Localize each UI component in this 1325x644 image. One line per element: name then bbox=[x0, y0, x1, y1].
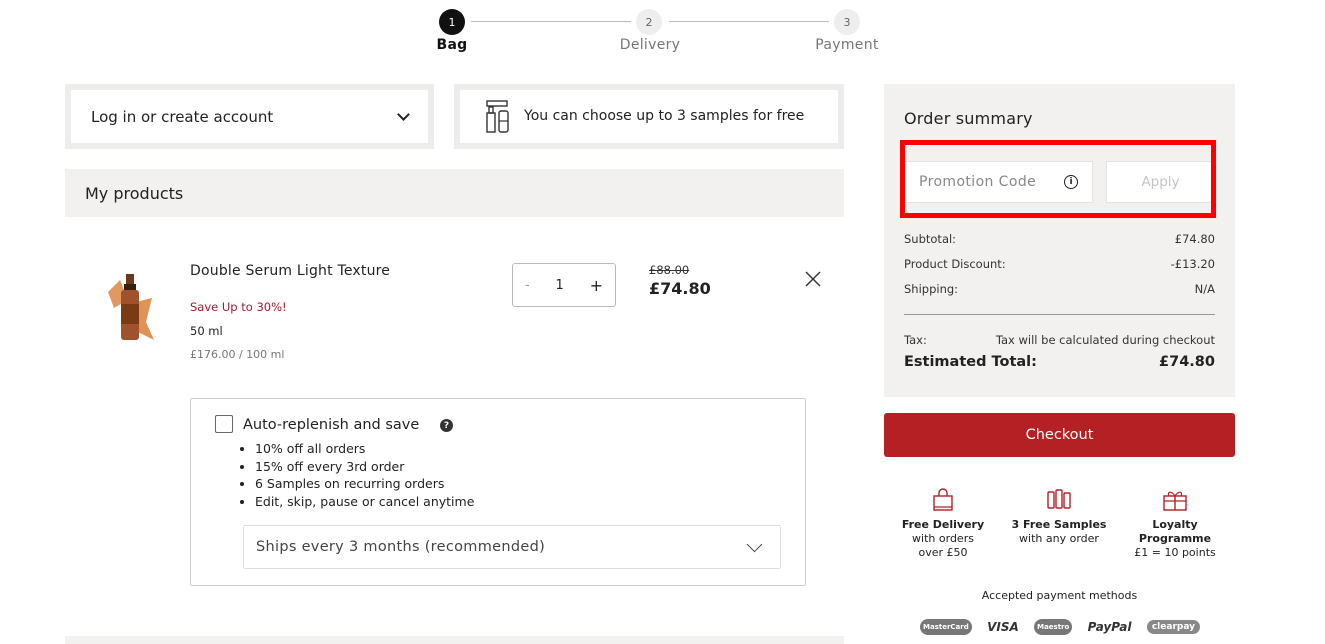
summary-divider bbox=[904, 314, 1215, 315]
apply-promo-button[interactable]: Apply bbox=[1106, 161, 1215, 203]
perk-line: with any order bbox=[1019, 532, 1099, 545]
benefit-item: 10% off all orders bbox=[255, 440, 474, 458]
auto-replenish-panel: Auto-replenish and save ? 10% off all or… bbox=[190, 398, 806, 586]
perk-title: 3 Free Samples bbox=[1011, 518, 1107, 531]
promo-code-field: i bbox=[904, 161, 1093, 203]
checkout-button[interactable]: Checkout bbox=[884, 413, 1235, 457]
perk-line: over £50 bbox=[918, 546, 968, 559]
step-connector-1 bbox=[471, 21, 631, 22]
mastercard-icon: MasterCard bbox=[920, 619, 972, 635]
product-unit-price: £176.00 / 100 ml bbox=[190, 348, 285, 361]
decrease-quantity-button[interactable]: - bbox=[525, 278, 530, 293]
info-icon[interactable]: i bbox=[1064, 175, 1078, 189]
perk-title: Loyalty bbox=[1152, 518, 1198, 531]
quantity-value: 1 bbox=[555, 277, 564, 293]
discount-value: -£13.20 bbox=[1170, 257, 1215, 271]
samples-label: You can choose up to 3 samples for free bbox=[524, 108, 805, 124]
step-1-label: Bag bbox=[436, 37, 468, 53]
perk-line: with orders bbox=[912, 532, 974, 545]
estimated-total-row: Estimated Total: £74.80 bbox=[904, 354, 1215, 370]
frequency-select[interactable]: Ships every 3 months (recommended) bbox=[243, 525, 781, 569]
order-summary-title: Order summary bbox=[904, 109, 1033, 128]
login-box: Log in or create account bbox=[65, 84, 434, 149]
benefit-item: 15% off every 3rd order bbox=[255, 458, 474, 476]
auto-replenish-title: Auto-replenish and save bbox=[243, 417, 420, 433]
benefit-item: Edit, skip, pause or cancel anytime bbox=[255, 493, 474, 511]
shipping-row: Shipping: N/A bbox=[904, 282, 1215, 296]
subtotal-label: Subtotal: bbox=[904, 232, 957, 246]
perk-free-samples: 3 Free Samples with any order bbox=[1004, 488, 1114, 546]
perk-line: Programme bbox=[1138, 532, 1212, 545]
step-3-dot: 3 bbox=[834, 9, 860, 35]
shipping-value: N/A bbox=[1194, 282, 1215, 296]
sample-bottles-icon bbox=[486, 99, 509, 133]
frequency-value: Ships every 3 months (recommended) bbox=[256, 539, 546, 555]
visa-icon: VISA bbox=[987, 620, 1019, 634]
product-promo: Save Up to 30%! bbox=[190, 300, 287, 314]
my-products-header: My products bbox=[65, 169, 844, 217]
discount-row: Product Discount: -£13.20 bbox=[904, 257, 1215, 271]
shipping-label: Shipping: bbox=[904, 282, 959, 296]
tax-row: Tax: Tax will be calculated during check… bbox=[904, 333, 1215, 347]
benefit-item: 6 Samples on recurring orders bbox=[255, 475, 474, 493]
paypal-icon: PayPal bbox=[1087, 620, 1132, 634]
perk-line: £1 = 10 points bbox=[1134, 546, 1216, 559]
step-2-dot: 2 bbox=[636, 9, 662, 35]
increase-quantity-button[interactable]: + bbox=[590, 276, 603, 295]
perk-free-delivery: Free Delivery with orders over £50 bbox=[888, 488, 998, 560]
current-price: £74.80 bbox=[649, 279, 711, 298]
clearpay-icon: clearpay bbox=[1146, 620, 1200, 634]
maestro-icon: Maestro bbox=[1034, 619, 1073, 635]
perk-loyalty: Loyalty Programme £1 = 10 points bbox=[1120, 488, 1230, 560]
original-price: £88.00 bbox=[649, 263, 690, 277]
sample-bottles-icon bbox=[1047, 489, 1071, 509]
discount-label: Product Discount: bbox=[904, 257, 1006, 271]
product-name[interactable]: Double Serum Light Texture bbox=[190, 263, 390, 279]
chevron-down-icon bbox=[397, 107, 410, 121]
next-section-band bbox=[65, 636, 844, 644]
checkout-stepper: 1 2 3 Bag Delivery Payment bbox=[0, 0, 1325, 60]
samples-box: You can choose up to 3 samples for free bbox=[454, 84, 844, 149]
close-icon[interactable] bbox=[803, 269, 823, 289]
product-image bbox=[108, 274, 154, 340]
subtotal-row: Subtotal: £74.80 bbox=[904, 232, 1215, 246]
step-3-label: Payment bbox=[815, 37, 879, 53]
tax-value: Tax will be calculated during checkout bbox=[995, 333, 1215, 347]
gift-icon bbox=[1163, 491, 1187, 511]
payment-methods: MasterCard VISA Maestro PayPal clearpay bbox=[920, 616, 1200, 638]
payment-methods-label: Accepted payment methods bbox=[981, 589, 1138, 602]
shopping-bag-icon bbox=[933, 488, 953, 511]
quantity-stepper: - 1 + bbox=[512, 263, 616, 307]
login-label: Log in or create account bbox=[91, 107, 274, 126]
step-connector-2 bbox=[669, 21, 829, 22]
perk-title: Free Delivery bbox=[901, 518, 985, 531]
my-products-title: My products bbox=[85, 183, 184, 203]
tax-label: Tax: bbox=[904, 333, 927, 347]
estimated-total-label: Estimated Total: bbox=[904, 354, 1037, 370]
order-summary: Order summary i Apply Subtotal: £74.80 P… bbox=[884, 84, 1235, 397]
step-2-label: Delivery bbox=[619, 37, 681, 53]
login-dropdown[interactable]: Log in or create account bbox=[71, 90, 428, 143]
step-1-dot: 1 bbox=[439, 9, 465, 35]
estimated-total-value: £74.80 bbox=[1159, 354, 1215, 370]
auto-replenish-checkbox[interactable] bbox=[215, 415, 233, 433]
product-size: 50 ml bbox=[190, 324, 223, 338]
benefits-list: 10% off all orders 15% off every 3rd ord… bbox=[255, 440, 474, 510]
promo-code-input[interactable] bbox=[919, 174, 1059, 190]
help-icon[interactable]: ? bbox=[440, 419, 453, 432]
chevron-down-icon bbox=[746, 536, 763, 552]
samples-panel[interactable]: You can choose up to 3 samples for free bbox=[460, 90, 838, 143]
subtotal-value: £74.80 bbox=[1174, 232, 1215, 246]
